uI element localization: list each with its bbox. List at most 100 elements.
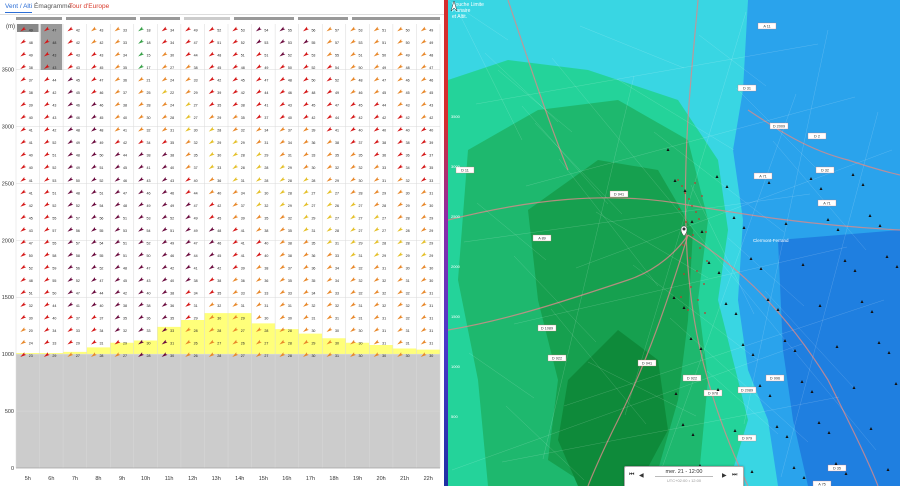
x-tick-label: 19h bbox=[353, 476, 362, 482]
wind-arrow bbox=[161, 277, 168, 282]
wind-barb bbox=[20, 314, 27, 320]
wind-barb bbox=[185, 26, 192, 32]
unavailable-block bbox=[40, 24, 63, 70]
wind-speed-label: 21 bbox=[147, 79, 151, 83]
wind-speed-label: 22 bbox=[170, 91, 174, 95]
wind-arrow bbox=[185, 289, 192, 295]
time-slider[interactable] bbox=[655, 476, 713, 477]
wind-speed-label: 35 bbox=[194, 154, 198, 158]
wind-arrow bbox=[20, 39, 27, 44]
wind-speed-label: 59 bbox=[52, 266, 56, 270]
x-tick-label: 21h bbox=[400, 476, 409, 482]
wind-speed-label: 35 bbox=[429, 166, 433, 170]
wind-barb bbox=[114, 264, 121, 270]
wind-speed-label: 33 bbox=[241, 291, 245, 295]
wind-arrow bbox=[138, 189, 144, 195]
wind-speed-label: 38 bbox=[123, 304, 127, 308]
wind-barb bbox=[208, 214, 215, 220]
wind-speed-label: 30 bbox=[382, 354, 386, 358]
wind-speed-label: 43 bbox=[170, 179, 174, 183]
wind-arrow bbox=[20, 327, 27, 332]
wind-arrow bbox=[90, 164, 97, 170]
wind-speed-label: 27 bbox=[311, 204, 315, 208]
wind-speed-label: 39 bbox=[241, 216, 245, 220]
step-forward-icon[interactable]: ▶ bbox=[722, 472, 727, 479]
wind-arrow bbox=[161, 189, 168, 195]
wind-speed-label: 33 bbox=[288, 291, 292, 295]
wind-speed-label: 29 bbox=[382, 191, 386, 195]
wind-barb bbox=[326, 227, 333, 232]
map-panel[interactable]: A 11 D 31 D 2009 D 2 A 71 D 32 A 71 D 11 A 89 D 9… bbox=[448, 0, 900, 486]
wind-speed-label: 52 bbox=[99, 266, 103, 270]
wind-arrow bbox=[279, 114, 286, 120]
wind-barb bbox=[279, 164, 286, 170]
wind-arrow bbox=[20, 339, 27, 345]
wind-arrow bbox=[326, 201, 333, 207]
wind-barb bbox=[373, 264, 380, 270]
wind-speed-label: 40 bbox=[29, 166, 33, 170]
wind-arrow bbox=[373, 227, 380, 232]
wind-arrow bbox=[67, 227, 74, 232]
wind-arrow bbox=[350, 277, 356, 282]
wind-barb bbox=[90, 302, 97, 307]
wind-speed-label: 45 bbox=[311, 104, 315, 108]
wind-speed-label: 26 bbox=[194, 354, 198, 358]
wind-speed-label: 30 bbox=[335, 342, 339, 346]
wind-speed-label: 27 bbox=[382, 229, 386, 233]
wind-speed-label: 50 bbox=[76, 179, 80, 183]
wind-barb bbox=[302, 314, 309, 320]
wind-speed-label: 51 bbox=[99, 166, 103, 170]
wind-speed-label: 40 bbox=[359, 129, 363, 133]
wind-barb bbox=[350, 327, 356, 332]
wind-arrow bbox=[279, 139, 286, 145]
wind-barb bbox=[43, 327, 50, 332]
wind-speed-label: 28 bbox=[406, 241, 410, 245]
north-arrow-icon[interactable] bbox=[448, 0, 460, 12]
wind-arrow bbox=[302, 39, 309, 44]
wind-speed-label: 27 bbox=[359, 216, 363, 220]
last-step-icon[interactable]: ⏭ bbox=[732, 472, 737, 479]
wind-barb bbox=[373, 302, 380, 307]
wind-arrow bbox=[420, 201, 427, 207]
wind-barb bbox=[350, 176, 356, 182]
wind-arrow bbox=[43, 126, 50, 132]
wind-arrow bbox=[350, 252, 356, 257]
wind-barb bbox=[67, 101, 74, 107]
y-tick-label: 2000 bbox=[2, 238, 14, 244]
wind-barb bbox=[43, 302, 50, 307]
wind-speed-label: 31 bbox=[429, 191, 433, 195]
wind-arrow bbox=[350, 139, 356, 145]
site-marker bbox=[698, 218, 700, 220]
wind-barb bbox=[185, 101, 192, 107]
wind-barb bbox=[326, 76, 333, 82]
wind-arrow bbox=[255, 39, 262, 44]
step-back-icon[interactable]: ◀ bbox=[639, 472, 644, 479]
wind-arrow bbox=[161, 101, 168, 107]
wind-arrow bbox=[90, 39, 97, 44]
site-marker bbox=[681, 185, 683, 187]
wind-arrow bbox=[208, 189, 215, 195]
first-step-icon[interactable]: ⏮ bbox=[629, 472, 634, 479]
wind-barb bbox=[185, 227, 192, 232]
wind-speed-label: 44 bbox=[99, 291, 103, 295]
wind-speed-label: 42 bbox=[382, 116, 386, 120]
wind-speed-label: 30 bbox=[359, 329, 363, 333]
wind-arrow bbox=[208, 302, 215, 307]
wind-speed-label: 45 bbox=[217, 254, 221, 258]
wind-barb bbox=[420, 114, 427, 120]
wind-arrow bbox=[90, 252, 97, 257]
wind-barb bbox=[161, 76, 168, 82]
wind-speed-label: 38 bbox=[382, 141, 386, 145]
wind-barb bbox=[302, 126, 309, 132]
wind-barb bbox=[397, 189, 404, 195]
wind-barb bbox=[20, 101, 27, 107]
wind-speed-label: 52 bbox=[76, 204, 80, 208]
wind-speed-label: 20 bbox=[29, 329, 33, 333]
map-canvas[interactable]: A 11 D 31 D 2009 D 2 A 71 D 32 A 71 D 11 A 89 D 9… bbox=[448, 0, 900, 486]
wind-speed-label: 31 bbox=[382, 179, 386, 183]
wind-barb bbox=[255, 201, 262, 207]
wind-speed-label: 42 bbox=[123, 141, 127, 145]
wind-arrow bbox=[326, 189, 333, 195]
wind-arrow bbox=[43, 89, 50, 95]
wind-speed-label: 53 bbox=[123, 229, 127, 233]
